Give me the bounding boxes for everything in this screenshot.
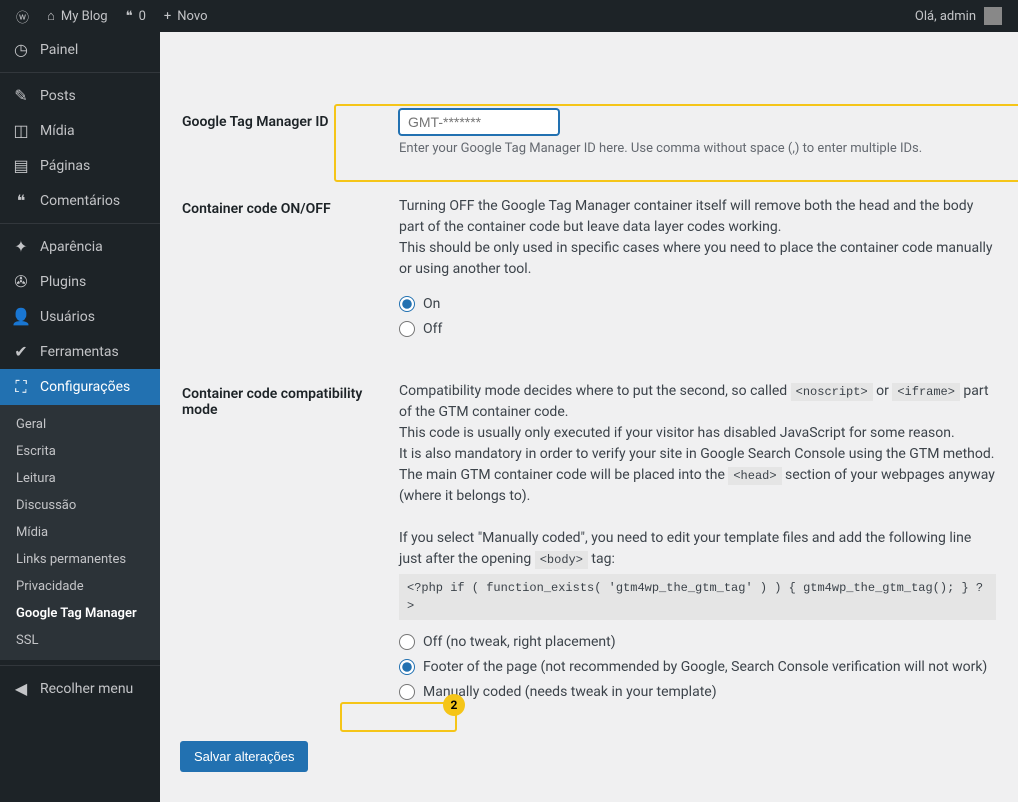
plugin-icon: ✇ [12,272,30,291]
save-button[interactable]: Salvar alterações [180,741,308,772]
submenu-midia[interactable]: Mídia [0,519,160,546]
pages-icon: ▤ [12,156,30,175]
code-noscript: <noscript> [791,383,873,401]
submenu-privacidade[interactable]: Privacidade [0,573,160,600]
wp-logo[interactable]: ⓦ [16,7,29,26]
settings-icon: ⛶ [12,377,30,397]
compat-footer-radio[interactable] [399,659,415,675]
code-body: <body> [535,551,588,569]
pin-icon: ✎ [12,86,30,105]
compat-manual-label[interactable]: Manually coded (needs tweak in your temp… [423,682,717,703]
media-icon: ◫ [12,121,30,140]
compat-p3: It is also mandatory in order to verify … [399,444,996,465]
onoff-label: Container code ON/OFF [182,181,397,364]
submenu-links[interactable]: Links permanentes [0,546,160,573]
collapse-menu[interactable]: ◀Recolher menu [0,671,160,706]
php-code-block: <?php if ( function_exists( 'gtm4wp_the_… [399,574,996,620]
submenu-leitura[interactable]: Leitura [0,465,160,492]
compat-off-radio[interactable] [399,634,415,650]
onoff-off-radio[interactable] [399,321,415,337]
sidebar-item-midia[interactable]: ◫Mídia [0,113,160,148]
settings-submenu: Geral Escrita Leitura Discussão Mídia Li… [0,405,160,660]
submenu-geral[interactable]: Geral [0,411,160,438]
site-name[interactable]: ⌂My Blog [47,8,108,24]
sidebar-item-usuarios[interactable]: 👤Usuários [0,299,160,334]
main-content: Google Tag Manager ID Enter your Google … [160,32,1018,802]
greeting[interactable]: Olá, admin [915,9,976,24]
brush-icon: ✦ [12,237,30,256]
sidebar-item-painel[interactable]: ◷Painel [0,32,160,67]
sidebar-item-aparencia[interactable]: ✦Aparência [0,229,160,264]
compat-p1: Compatibility mode decides where to put … [399,381,996,423]
admin-bar: ⓦ ⌂My Blog ❝0 +Novo Olá, admin [0,0,1018,32]
sidebar-item-ferramentas[interactable]: ✔Ferramentas [0,334,160,369]
new-link[interactable]: +Novo [164,9,208,24]
avatar[interactable] [984,7,1002,25]
plus-icon: + [164,9,171,24]
compat-manual-radio[interactable] [399,684,415,700]
comment-icon: ❝ [126,9,133,24]
sidebar-item-configuracoes[interactable]: ⛶Configurações [0,369,160,405]
compat-off-label[interactable]: Off (no tweak, right placement) [423,632,616,653]
submenu-discussao[interactable]: Discussão [0,492,160,519]
admin-sidebar: ◷Painel ✎Posts ◫Mídia ▤Páginas ❝Comentár… [0,32,160,802]
compat-p2: This code is usually only executed if yo… [399,423,996,444]
onoff-desc2: This should be only used in specific cas… [399,238,996,280]
onoff-off-label[interactable]: Off [423,319,442,340]
sidebar-item-plugins[interactable]: ✇Plugins [0,264,160,299]
wordpress-icon: ⓦ [16,7,29,26]
gtm-id-label: Google Tag Manager ID [182,94,397,179]
compat-footer-label[interactable]: Footer of the page (not recommended by G… [423,657,987,678]
sidebar-item-paginas[interactable]: ▤Páginas [0,148,160,183]
users-icon: 👤 [12,307,30,326]
gtm-id-input[interactable] [399,109,559,135]
sidebar-item-posts[interactable]: ✎Posts [0,78,160,113]
submenu-ssl[interactable]: SSL [0,627,160,654]
submenu-gtm[interactable]: Google Tag Manager [0,600,160,627]
compat-label: Container code compatibility mode [182,366,397,727]
onoff-on-label[interactable]: On [423,294,440,315]
collapse-icon: ◀ [12,679,30,698]
tools-icon: ✔ [12,342,30,361]
gtm-id-desc: Enter your Google Tag Manager ID here. U… [399,139,996,159]
compat-p5: If you select "Manually coded", you need… [399,528,996,570]
home-icon: ⌂ [47,8,55,24]
onoff-on-radio[interactable] [399,296,415,312]
sidebar-item-comentarios[interactable]: ❝Comentários [0,183,160,218]
code-iframe: <iframe> [892,383,960,401]
comments-icon: ❝ [12,191,30,210]
submenu-escrita[interactable]: Escrita [0,438,160,465]
dashboard-icon: ◷ [12,40,30,59]
onoff-desc1: Turning OFF the Google Tag Manager conta… [399,196,996,238]
compat-p4: The main GTM container code will be plac… [399,465,996,507]
comments-link[interactable]: ❝0 [126,9,146,24]
code-head: <head> [728,467,781,485]
